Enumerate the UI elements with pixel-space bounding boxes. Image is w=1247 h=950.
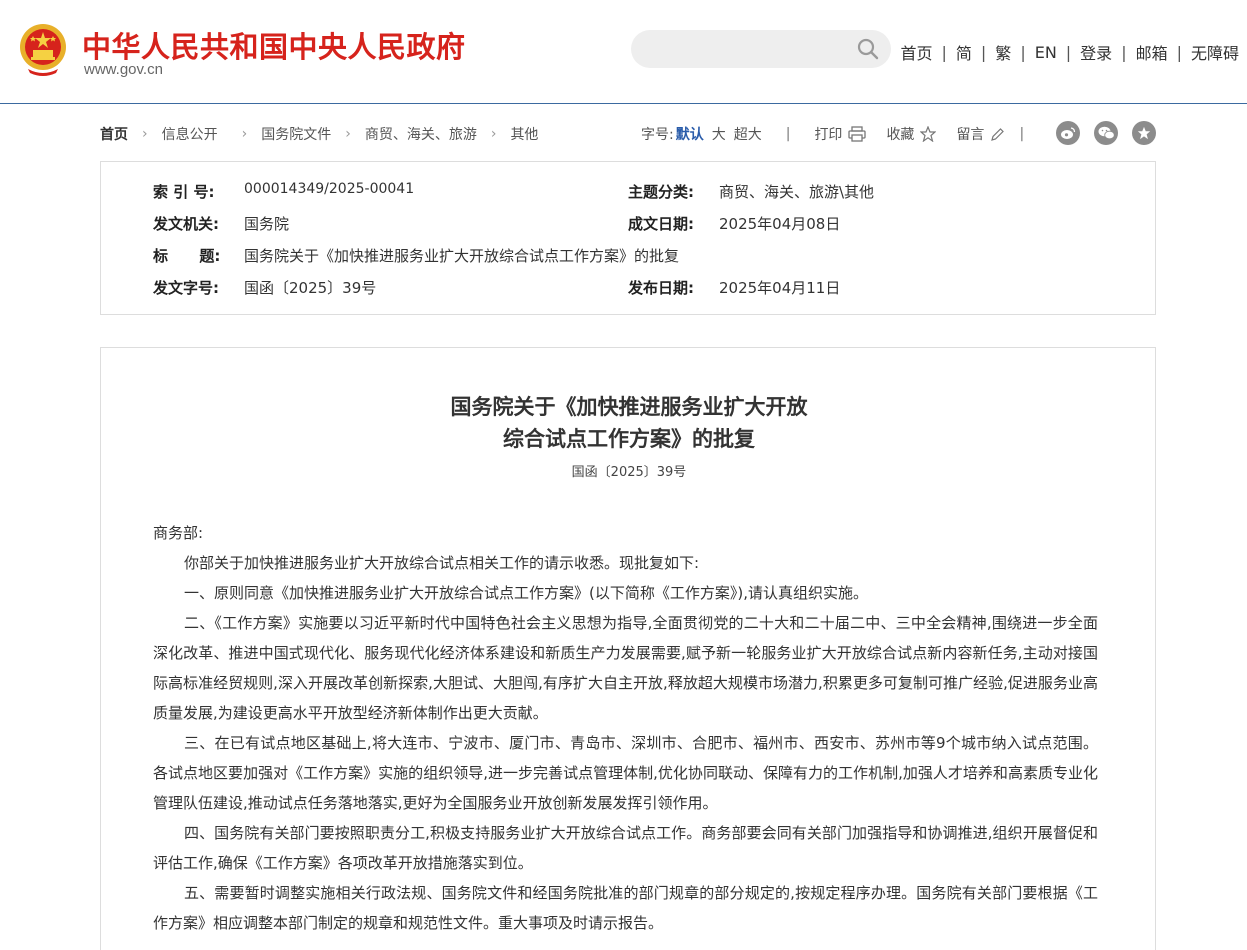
search-icon[interactable] [857, 38, 879, 60]
star-share-icon [1137, 126, 1151, 140]
meta-issuer-label: 发文机关: [153, 215, 219, 233]
site-url: www.gov.cn [84, 61, 163, 78]
nav-separator: | [980, 42, 987, 62]
national-emblem-icon[interactable] [18, 23, 68, 77]
article-title-line1: 国务院关于《加快推进服务业扩大开放 [450, 394, 808, 419]
meta-publish-date-row: 发布日期: 2025年04月11日 [628, 277, 840, 298]
meta-written-date-value: 2025年04月08日 [719, 215, 841, 233]
meta-title-label: 标 题: [153, 247, 221, 265]
chevron-right-icon: › [345, 126, 351, 142]
nav-separator: | [1065, 42, 1072, 62]
chevron-right-icon: › [142, 126, 148, 142]
comment-label: 留言 [956, 127, 985, 143]
nav-simplified[interactable]: 简 [956, 40, 972, 64]
chevron-right-icon: › [241, 126, 248, 142]
meta-subject-row: 主题分类: 商贸、海关、旅游\其他 [628, 181, 874, 202]
pencil-icon [991, 127, 1005, 141]
favorite-label: 收藏 [886, 127, 915, 143]
meta-written-date-row: 成文日期: 2025年04月08日 [628, 213, 840, 234]
paragraph: 一、原则同意《加快推进服务业扩大开放综合试点工作方案》(以下简称《工作方案》),… [184, 584, 868, 602]
meta-subject-value: 商贸、海关、旅游\其他 [719, 183, 875, 201]
meta-publish-date-label: 发布日期: [628, 279, 694, 297]
meta-doc-no-row: 发文字号: 国函〔2025〕39号 [153, 277, 376, 298]
breadcrumb-info-public[interactable]: 信息公开 [162, 124, 218, 144]
top-nav: 首页 | 简 | 繁 | EN | 登录 | 邮箱 | 无障碍 [900, 40, 1239, 64]
font-size-xlarge[interactable]: 超大 [734, 124, 762, 144]
font-size-label: 字号: [641, 127, 674, 143]
meta-written-date-label: 成文日期: [628, 215, 694, 233]
share-buttons [1056, 121, 1170, 145]
article-doc-number: 国函〔2025〕39号 [571, 465, 687, 480]
wechat-icon [1098, 126, 1115, 140]
meta-doc-no-label: 发文字号: [153, 279, 219, 297]
document-metadata: 索 引 号: 000014349/2025-00041 主题分类: 商贸、海关、… [100, 161, 1156, 315]
paragraph: 你部关于加快推进服务业扩大开放综合试点相关工作的请示收悉。现批复如下: [184, 554, 700, 572]
nav-traditional[interactable]: 繁 [995, 40, 1011, 64]
meta-title-row: 标 题: 国务院关于《加快推进服务业扩大开放综合试点工作方案》的批复 [153, 245, 679, 266]
nav-login[interactable]: 登录 [1080, 40, 1112, 64]
paragraph: 二、《工作方案》实施要以习近平新时代中国特色社会主义思想为指导,全面贯彻党的二十… [153, 614, 1098, 722]
nav-english[interactable]: EN [1035, 43, 1057, 62]
breadcrumb-trade-customs-tourism[interactable]: 商贸、海关、旅游 [365, 124, 477, 144]
breadcrumb-home[interactable]: 首页 [100, 124, 128, 144]
breadcrumb-other[interactable]: 其他 [510, 124, 538, 144]
meta-index-row: 索 引 号: 000014349/2025-00041 [153, 181, 414, 202]
meta-subject-label: 主题分类: [628, 183, 694, 201]
weibo-icon [1061, 127, 1076, 139]
salutation: 商务部: [153, 524, 204, 542]
article-title-line2: 综合试点工作方案》的批复 [503, 426, 755, 451]
nav-home[interactable]: 首页 [900, 40, 932, 64]
chevron-right-icon: › [490, 126, 497, 142]
font-size-default[interactable]: 默认 [676, 124, 704, 144]
font-size-large[interactable]: 大 [712, 124, 726, 144]
article-body: 国务院关于《加快推进服务业扩大开放 综合试点工作方案》的批复 国函〔2025〕3… [100, 347, 1156, 950]
print-button[interactable]: 打印 [814, 124, 867, 144]
meta-index-label: 索 引 号: [153, 183, 215, 201]
comment-button[interactable]: 留言 [956, 124, 1005, 144]
star-icon [920, 126, 937, 142]
paragraph: 三、在已有试点地区基础上,将大连市、宁波市、厦门市、青岛市、深圳市、合肥市、福州… [153, 734, 1098, 812]
nav-mail[interactable]: 邮箱 [1136, 40, 1168, 64]
meta-issuer-row: 发文机关: 国务院 [153, 213, 289, 234]
meta-issuer-value: 国务院 [244, 215, 290, 233]
meta-doc-no-value: 国函〔2025〕39号 [244, 279, 377, 297]
meta-index-value: 000014349/2025-00041 [244, 181, 415, 197]
article-text: 商务部: 你部关于加快推进服务业扩大开放综合试点相关工作的请示收悉。现批复如下:… [153, 518, 1098, 938]
paragraph: 五、需要暂时调整实施相关行政法规、国务院文件和经国务院批准的部门规章的部分规定的… [153, 884, 1098, 932]
breadcrumb-state-council-docs[interactable]: 国务院文件 [261, 124, 331, 144]
wechat-share-button[interactable] [1094, 121, 1118, 145]
favorite-button[interactable]: 收藏 [886, 124, 937, 144]
meta-title-value: 国务院关于《加快推进服务业扩大开放综合试点工作方案》的批复 [244, 247, 680, 265]
paragraph: 四、国务院有关部门要按照职责分工,积极支持服务业扩大开放综合试点工作。商务部要会… [153, 824, 1098, 872]
nav-separator: | [1176, 42, 1182, 62]
nav-separator: | [941, 42, 947, 62]
nav-accessibility[interactable]: 无障碍 [1191, 40, 1239, 64]
nav-separator: | [1020, 42, 1026, 62]
tools-separator: | [785, 126, 791, 142]
tools-separator: | [1019, 126, 1025, 142]
printer-icon [848, 126, 867, 142]
weibo-share-button[interactable] [1056, 121, 1080, 145]
page-tools: 字号: 默认 大 超大 | 打印 收藏 留言 | [641, 124, 1024, 144]
meta-publish-date-value: 2025年04月11日 [719, 279, 841, 297]
site-title[interactable]: 中华人民共和国中央人民政府 [82, 24, 466, 66]
search-input[interactable] [631, 30, 891, 68]
nav-separator: | [1121, 42, 1127, 62]
site-header: 中华人民共和国中央人民政府 www.gov.cn 首页 | 简 | 繁 | EN… [0, 0, 1247, 104]
breadcrumb: 首页 › 信息公开 › 国务院文件 › 商贸、海关、旅游 › 其他 [100, 124, 538, 144]
print-label: 打印 [814, 127, 843, 143]
qzone-share-button[interactable] [1132, 121, 1156, 145]
